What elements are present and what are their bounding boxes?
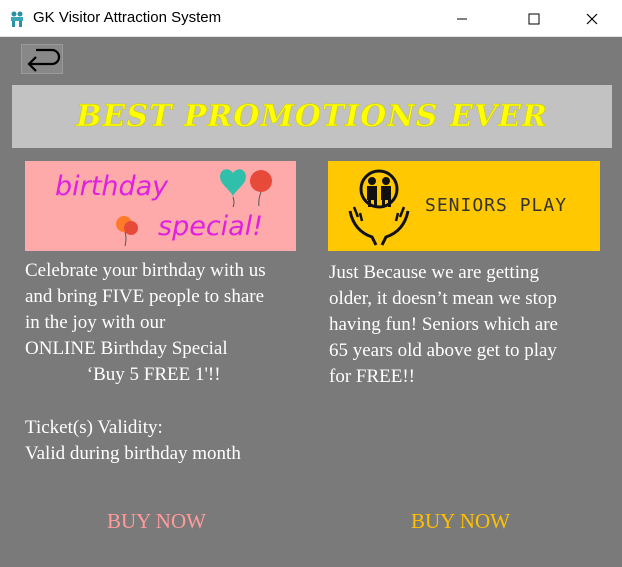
seniors-image-text: SENIORS PLAY xyxy=(425,195,568,216)
maximize-icon xyxy=(528,13,540,24)
minimize-icon xyxy=(457,18,467,19)
window-title: GK Visitor Attraction System xyxy=(33,9,222,26)
birthday-image-text-line2: special! xyxy=(158,211,264,242)
seniors-description: Just Because we are getting older, it do… xyxy=(329,262,558,387)
buy-now-birthday-button[interactable]: BUY NOW xyxy=(107,509,206,534)
birthday-description: Celebrate your birthday with us and brin… xyxy=(25,260,266,385)
promotions-banner: BEST PROMOTIONS EVER xyxy=(12,85,612,148)
balloon-small-icon xyxy=(116,216,138,247)
promotions-page: BEST PROMOTIONS EVER birthday special! S… xyxy=(0,37,622,567)
birthday-image-text-line1: birthday xyxy=(55,171,169,202)
birthday-special-image: birthday special! xyxy=(25,161,296,251)
seniors-play-image: SENIORS PLAY xyxy=(328,161,600,251)
balloons-icon xyxy=(220,169,272,208)
seniors-hands-icon xyxy=(348,169,410,246)
banner-title: BEST PROMOTIONS EVER xyxy=(76,99,548,135)
back-button[interactable] xyxy=(21,44,63,74)
maximize-button[interactable] xyxy=(511,0,557,37)
title-bar: GK Visitor Attraction System xyxy=(0,0,622,37)
close-button[interactable] xyxy=(569,0,615,37)
buy-now-seniors-button[interactable]: BUY NOW xyxy=(411,509,510,534)
birthday-validity: Ticket(s) Validity: Valid during birthda… xyxy=(25,417,241,464)
app-logo-icon xyxy=(8,10,26,28)
minimize-button[interactable] xyxy=(439,0,485,37)
close-icon xyxy=(586,13,598,24)
back-arrow-icon xyxy=(27,48,61,72)
